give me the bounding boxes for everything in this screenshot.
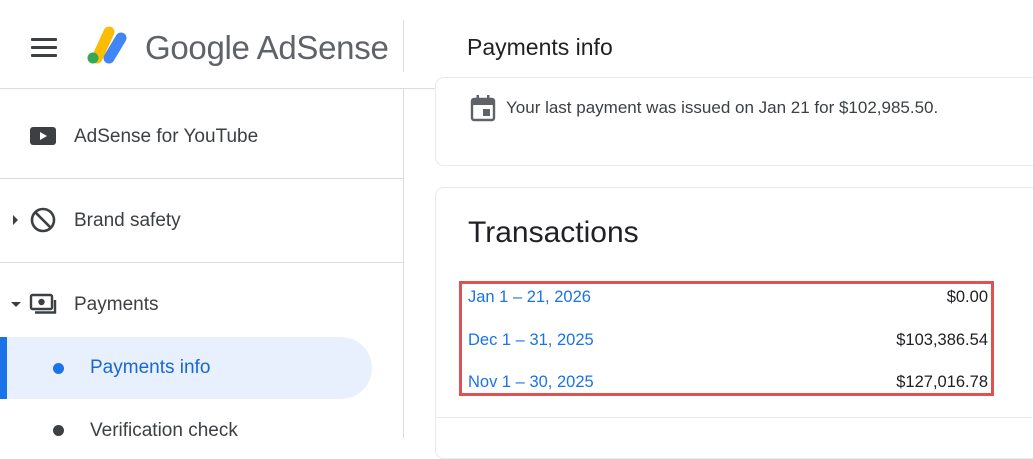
active-indicator bbox=[0, 337, 7, 399]
last-payment-card: Your last payment was issued on Jan 21 f… bbox=[435, 77, 1033, 166]
transactions-card: Transactions Jan 1 – 21, 2026 $0.00 Dec … bbox=[435, 187, 1033, 459]
caret-down-icon[interactable] bbox=[11, 302, 21, 307]
transactions-title: Transactions bbox=[468, 216, 639, 249]
transaction-amount: $103,386.54 bbox=[896, 331, 988, 349]
hamburger-menu-icon[interactable] bbox=[31, 38, 57, 58]
transaction-amount: $0.00 bbox=[946, 288, 988, 306]
adsense-logo-icon[interactable] bbox=[84, 24, 130, 66]
bullet-icon bbox=[53, 425, 64, 436]
sidebar-item-verification-check[interactable]: Verification check bbox=[0, 409, 403, 449]
table-row: Jan 1 – 21, 2026 $0.00 bbox=[468, 284, 988, 314]
sidebar-divider bbox=[0, 178, 403, 179]
header-divider bbox=[403, 20, 404, 72]
page-title: Payments info bbox=[467, 34, 613, 60]
table-row: Nov 1 – 30, 2025 $127,016.78 bbox=[468, 369, 988, 399]
calendar-icon bbox=[470, 94, 496, 122]
block-icon bbox=[29, 206, 57, 234]
payments-icon bbox=[29, 290, 57, 318]
sidebar-item-label: Payments bbox=[74, 294, 159, 315]
sidebar-item-payments[interactable]: Payments bbox=[0, 279, 403, 329]
sidebar-item-adsense-for-youtube[interactable]: AdSense for YouTube bbox=[0, 111, 403, 161]
sidebar-item-label: AdSense for YouTube bbox=[74, 126, 259, 147]
transaction-period-link[interactable]: Jan 1 – 21, 2026 bbox=[468, 288, 591, 307]
table-row: Dec 1 – 31, 2025 $103,386.54 bbox=[468, 327, 988, 357]
caret-right-icon[interactable] bbox=[13, 215, 18, 225]
card-divider bbox=[436, 417, 1032, 418]
brand-name[interactable]: Google AdSense bbox=[145, 29, 389, 67]
youtube-icon bbox=[29, 122, 57, 150]
sidebar-item-brand-safety[interactable]: Brand safety bbox=[0, 195, 403, 245]
sidebar-divider bbox=[0, 262, 403, 263]
sidebar-item-payments-info[interactable]: Payments info bbox=[0, 337, 372, 399]
sidebar-item-label: Brand safety bbox=[74, 210, 181, 231]
transaction-period-link[interactable]: Nov 1 – 30, 2025 bbox=[468, 373, 594, 392]
transaction-period-link[interactable]: Dec 1 – 31, 2025 bbox=[468, 331, 594, 350]
top-app-bar: Google AdSense Payments info bbox=[0, 0, 1033, 89]
sidebar-nav: AdSense for YouTube Brand safety Payment… bbox=[0, 89, 404, 441]
sidebar-item-label: Verification check bbox=[90, 420, 238, 441]
sidebar-item-label: Payments info bbox=[90, 357, 211, 378]
bullet-icon bbox=[53, 363, 64, 374]
last-payment-text: Your last payment was issued on Jan 21 f… bbox=[506, 98, 939, 117]
main-content: Your last payment was issued on Jan 21 f… bbox=[404, 77, 1033, 459]
transaction-amount: $127,016.78 bbox=[896, 373, 988, 391]
highlight-box: Jan 1 – 21, 2026 $0.00 Dec 1 – 31, 2025 … bbox=[459, 281, 994, 396]
